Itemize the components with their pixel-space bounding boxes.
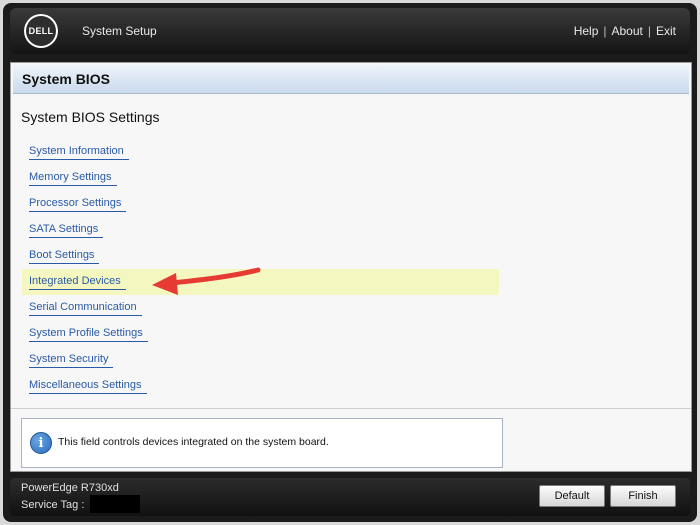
dell-logo-text: DELL [26,16,56,46]
menu-link[interactable]: Integrated Devices [29,275,126,290]
page-title: System BIOS Settings [21,109,160,125]
main-panel: System BIOS System BIOS Settings System … [10,62,692,472]
menu-link[interactable]: Processor Settings [29,197,127,212]
menu-link[interactable]: Serial Communication [29,301,142,316]
menu-item-processor-settings[interactable]: Processor Settings [22,191,512,217]
help-text: This field controls devices integrated o… [58,436,329,448]
model-name: PowerEdge R730xd [21,482,119,494]
menu-item-sata-settings[interactable]: SATA Settings [22,217,512,243]
separator: | [603,24,607,38]
info-icon: i [30,432,52,454]
footer-bar: PowerEdge R730xd Service Tag : Default F… [10,478,690,516]
top-links: Help | About | Exit [574,24,676,38]
finish-button[interactable]: Finish [610,485,676,507]
dell-logo: DELL [24,14,58,48]
menu-link[interactable]: System Security [29,353,114,368]
top-bar: DELL System Setup Help | About | Exit [10,8,690,54]
section-header: System BIOS [13,65,689,94]
menu-link[interactable]: System Profile Settings [29,327,148,342]
help-box: i This field controls devices integrated… [21,418,503,468]
menu-item-serial-communication[interactable]: Serial Communication [22,295,512,321]
about-link[interactable]: About [612,24,643,38]
annotation-arrow-icon [152,267,261,295]
service-tag-redacted [90,495,140,513]
menu-link[interactable]: SATA Settings [29,223,104,238]
menu-link[interactable]: Miscellaneous Settings [29,379,147,394]
service-tag-label: Service Tag : [21,499,85,511]
app-title: System Setup [82,24,157,38]
divider [11,408,691,409]
menu-link[interactable]: Memory Settings [29,171,117,186]
menu-item-memory-settings[interactable]: Memory Settings [22,165,512,191]
menu-item-miscellaneous-settings[interactable]: Miscellaneous Settings [22,373,512,399]
menu-link[interactable]: System Information [29,145,129,160]
settings-menu: System Information Memory Settings Proce… [22,139,512,399]
section-title: System BIOS [22,71,110,87]
menu-item-system-information[interactable]: System Information [22,139,512,165]
menu-item-boot-settings[interactable]: Boot Settings [22,243,512,269]
menu-item-system-profile-settings[interactable]: System Profile Settings [22,321,512,347]
separator: | [647,24,651,38]
default-button[interactable]: Default [539,485,605,507]
menu-item-system-security[interactable]: System Security [22,347,512,373]
menu-link[interactable]: Boot Settings [29,249,100,264]
help-link[interactable]: Help [574,24,599,38]
exit-link[interactable]: Exit [656,24,676,38]
